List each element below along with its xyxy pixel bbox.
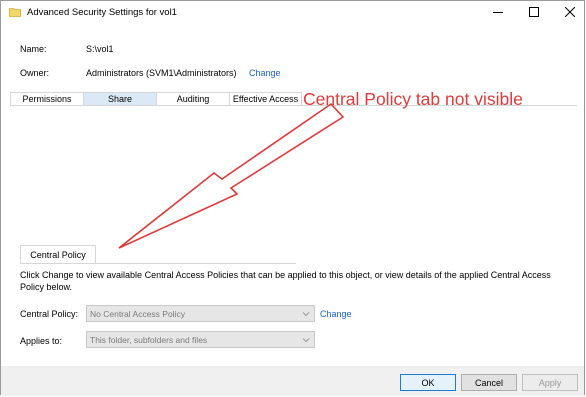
owner-change-link[interactable]: Change	[249, 68, 281, 78]
central-policy-select-value: No Central Access Policy	[90, 308, 185, 319]
tab-auditing[interactable]: Auditing	[156, 92, 229, 106]
owner-value: Administrators (SVM1\Administrators)	[86, 68, 237, 78]
maximize-button[interactable]	[517, 1, 551, 23]
window-title: Advanced Security Settings for vol1	[27, 7, 177, 18]
applies-to-select-value: This folder, subfolders and files	[90, 334, 208, 345]
advanced-security-window: Advanced Security Settings for vol1 Name…	[0, 0, 585, 396]
tab-effective-access[interactable]: Effective Access	[229, 92, 302, 106]
folder-icon	[9, 8, 21, 17]
applies-to-select[interactable]: This folder, subfolders and files	[86, 331, 315, 348]
chevron-down-icon	[302, 338, 310, 343]
minimize-icon	[493, 12, 503, 13]
ok-button[interactable]: OK	[400, 374, 456, 391]
central-policy-label: Central Policy:	[20, 309, 79, 319]
central-policy-description: Click Change to view available Central A…	[20, 270, 551, 292]
tab-permissions[interactable]: Permissions	[10, 92, 83, 106]
close-button[interactable]	[553, 1, 586, 23]
chevron-down-icon	[302, 312, 310, 317]
close-icon	[565, 7, 575, 17]
central-policy-select[interactable]: No Central Access Policy	[86, 305, 315, 322]
apply-button[interactable]: Apply	[522, 374, 578, 391]
central-policy-change-link[interactable]: Change	[320, 309, 352, 319]
tab-strip: Permissions Share Auditing Effective Acc…	[10, 92, 302, 106]
tab-share[interactable]: Share	[83, 92, 156, 106]
applies-to-label: Applies to:	[20, 336, 63, 346]
title-bar: Advanced Security Settings for vol1	[1, 1, 584, 25]
minimize-button[interactable]	[481, 1, 515, 23]
name-value: S:\vol1	[86, 44, 114, 54]
name-label: Name:	[20, 44, 47, 54]
owner-label: Owner:	[20, 68, 50, 78]
maximize-icon	[529, 7, 539, 17]
central-policy-divider	[20, 263, 296, 264]
tab-central-policy[interactable]: Central Policy	[20, 245, 96, 264]
annotation-text: Central Policy tab not visible	[303, 89, 523, 109]
cancel-button[interactable]: Cancel	[461, 374, 517, 391]
